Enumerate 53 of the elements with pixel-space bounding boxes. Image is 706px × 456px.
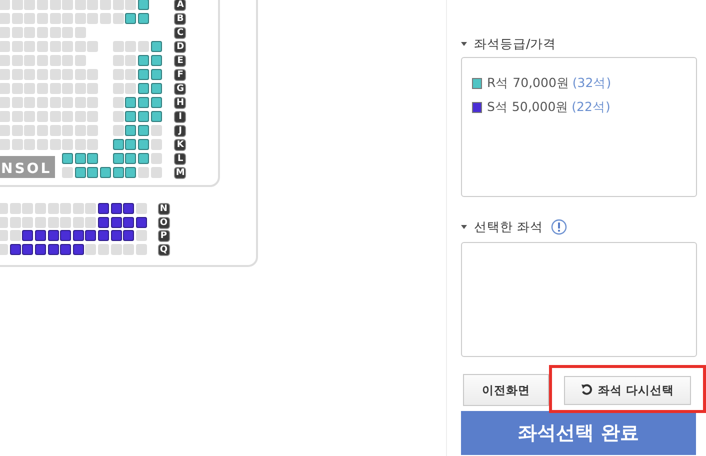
info-icon[interactable] [550, 219, 567, 235]
section-heading: 선택한 좌석 [474, 218, 543, 236]
seat[interactable] [60, 244, 72, 254]
seat[interactable] [110, 216, 122, 228]
grade-price: R석 70,000원 [487, 74, 570, 92]
row-label: I [174, 111, 186, 123]
console-label: NSOL [0, 156, 55, 178]
seat[interactable] [123, 216, 134, 228]
row-label: C [174, 27, 186, 39]
row-label: H [174, 97, 186, 109]
row-label: Q [158, 244, 170, 256]
row-label: A [174, 0, 186, 11]
seat[interactable] [34, 244, 46, 254]
row-label: F [174, 69, 186, 81]
seat[interactable] [10, 244, 21, 254]
section-heading: 좌석등급/가격 [474, 36, 556, 52]
row-label: D [174, 41, 186, 53]
caret-icon [461, 225, 467, 229]
row-label: M [174, 167, 186, 179]
seat-count: (22석) [572, 98, 610, 116]
row-label: B [174, 13, 186, 25]
seat[interactable] [34, 230, 46, 241]
seat[interactable] [123, 203, 134, 214]
caret-icon [461, 42, 467, 46]
refresh-icon [580, 384, 593, 396]
row-label: J [174, 125, 186, 137]
seat[interactable] [98, 230, 110, 241]
row-label: P [158, 230, 170, 242]
seat[interactable] [136, 216, 148, 228]
seat[interactable] [22, 230, 34, 241]
back-button[interactable]: 이전화면 [463, 374, 549, 406]
seat[interactable] [48, 230, 59, 241]
row-label: K [174, 139, 186, 151]
confirm-button[interactable]: 좌석선택 완료 [461, 411, 696, 455]
row-label: O [158, 216, 170, 228]
seat[interactable] [22, 244, 34, 254]
row-label: E [174, 55, 186, 67]
seat[interactable] [72, 230, 84, 241]
row-label: N [158, 203, 170, 215]
seat[interactable] [85, 230, 96, 241]
seat[interactable] [60, 230, 72, 241]
reset-seats-button[interactable]: 좌석 다시선택 [564, 376, 691, 404]
seat[interactable] [48, 244, 59, 254]
seat[interactable] [72, 244, 84, 254]
seat[interactable] [110, 230, 122, 241]
seat-count: (32석) [572, 74, 612, 92]
seat[interactable] [110, 203, 122, 214]
seat[interactable] [98, 216, 110, 228]
seat[interactable] [98, 203, 110, 214]
seat[interactable] [123, 230, 134, 241]
row-label: L [174, 153, 186, 165]
row-label: G [174, 83, 186, 95]
grade-price: S석 50,000원 [487, 98, 569, 116]
